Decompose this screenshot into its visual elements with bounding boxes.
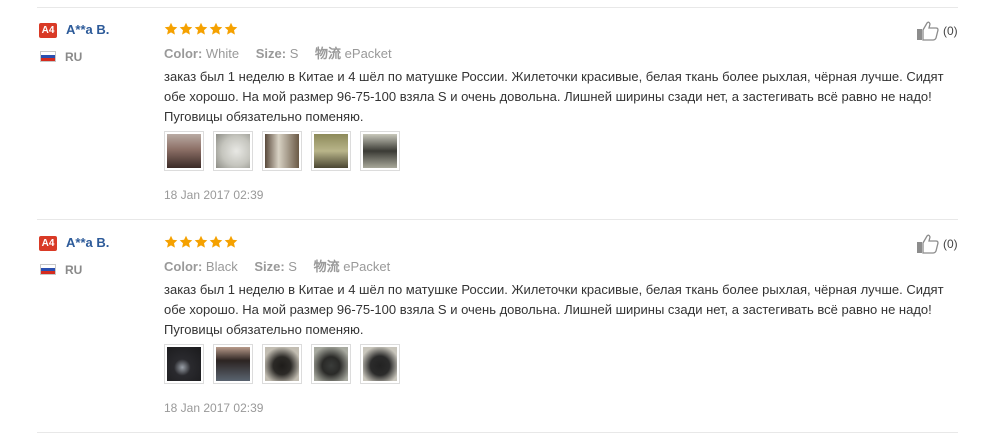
review-text: заказ был 1 неделю в Китае и 4 шёл по ма… — [164, 280, 964, 340]
review-photos — [164, 131, 400, 171]
divider — [37, 432, 958, 433]
reviewer-name[interactable]: A**a B. — [66, 235, 109, 250]
review-photo-thumbnail[interactable] — [164, 344, 204, 384]
size-value: S — [289, 46, 299, 61]
review-text: заказ был 1 неделю в Китае и 4 шёл по ма… — [164, 67, 964, 127]
thumbs-up-icon — [917, 234, 939, 254]
review-photo-thumbnail[interactable] — [360, 131, 400, 171]
star-icon — [164, 235, 178, 248]
shipping-value: ePacket — [343, 259, 391, 274]
review-photo-thumbnail[interactable] — [213, 131, 253, 171]
russia-flag-icon — [40, 264, 56, 275]
color-label: Color: — [164, 259, 203, 274]
buyer-level-badge: A4 — [39, 236, 57, 251]
shipping-value: ePacket — [344, 46, 392, 61]
helpful-button[interactable]: (0) — [916, 234, 958, 254]
color-label: Color: — [164, 46, 203, 61]
shipping-label: 物流 — [313, 259, 340, 274]
star-icon — [194, 22, 208, 35]
review-photo-thumbnail[interactable] — [311, 344, 351, 384]
order-attributes: Color: Black Size: S 物流 ePacket — [164, 256, 390, 275]
star-icon — [209, 22, 223, 35]
review-photo-thumbnail[interactable] — [262, 344, 302, 384]
russia-flag-icon — [40, 51, 56, 62]
helpful-button[interactable]: (0) — [916, 21, 958, 41]
review-text-line: обе хорошо. На мой размер 96-75-100 взял… — [164, 89, 932, 104]
review-photo-thumbnail[interactable] — [262, 131, 302, 171]
review-photo-thumbnail[interactable] — [164, 131, 204, 171]
review-photos — [164, 344, 400, 384]
reviewer-country: RU — [65, 263, 83, 277]
review-text-line: Пуговицы обязательно поменяю. — [164, 322, 364, 337]
star-icon — [164, 22, 178, 35]
star-icon — [209, 235, 223, 248]
review-photo-thumbnail[interactable] — [360, 344, 400, 384]
reviewer-name[interactable]: A**a B. — [66, 22, 109, 37]
star-icon — [194, 235, 208, 248]
reviewer-country: RU — [65, 50, 83, 64]
review-text-line: заказ был 1 неделю в Китае и 4 шёл по ма… — [164, 69, 944, 84]
review-item: A4 A**a B. RU Color: Black Size: S 物流 eP… — [0, 213, 992, 426]
color-value: Black — [205, 259, 238, 274]
star-icon — [179, 22, 193, 35]
star-icon — [179, 235, 193, 248]
rating-stars — [164, 235, 238, 249]
review-photo-thumbnail[interactable] — [311, 131, 351, 171]
size-value: S — [288, 259, 297, 274]
star-icon — [224, 235, 238, 248]
review-photo-thumbnail[interactable] — [213, 344, 253, 384]
shipping-label: 物流 — [315, 46, 342, 61]
thumbs-up-icon — [917, 21, 939, 41]
review-date: 18 Jan 2017 02:39 — [164, 188, 264, 202]
review-item: A4 A**a B. RU Color: White Size: S 物流 eP… — [0, 0, 992, 213]
helpful-count: (0) — [943, 24, 958, 38]
review-text-line: Пуговицы обязательно поменяю. — [164, 109, 364, 124]
review-text-line: заказ был 1 неделю в Китае и 4 шёл по ма… — [164, 282, 944, 297]
buyer-level-badge: A4 — [39, 23, 57, 38]
size-label: Size: — [255, 46, 287, 61]
helpful-count: (0) — [943, 237, 958, 251]
rating-stars — [164, 22, 238, 36]
size-label: Size: — [254, 259, 285, 274]
review-text-line: обе хорошо. На мой размер 96-75-100 взял… — [164, 302, 932, 317]
order-attributes: Color: White Size: S 物流 ePacket — [164, 43, 392, 62]
star-icon — [224, 22, 238, 35]
color-value: White — [205, 46, 240, 61]
review-date: 18 Jan 2017 02:39 — [164, 401, 264, 415]
